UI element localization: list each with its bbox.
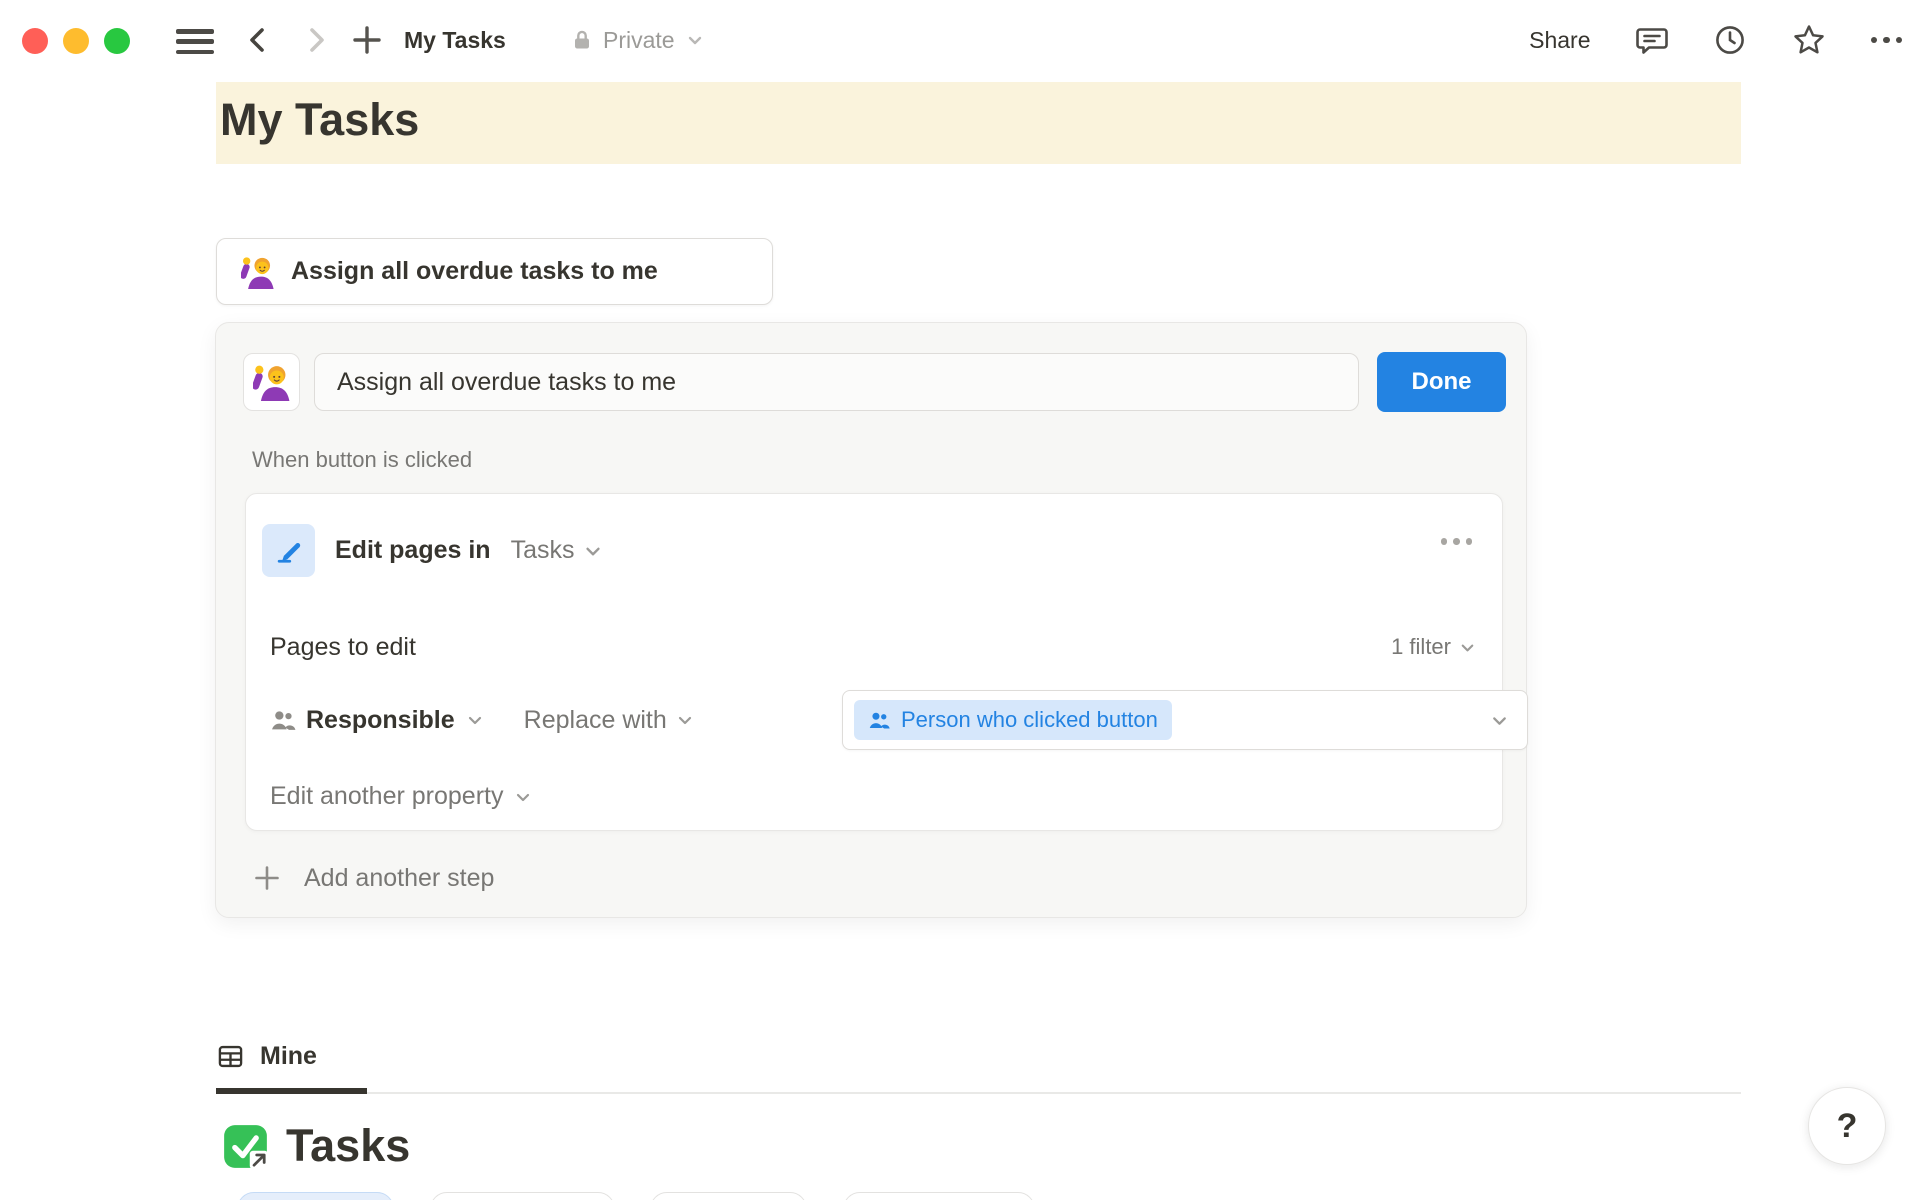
filter-dropdown[interactable]: 1 filter — [1391, 634, 1478, 660]
value-label: Person who clicked button — [901, 707, 1158, 733]
close-window-button[interactable] — [22, 28, 48, 54]
people-icon — [868, 709, 891, 732]
page-button-label: Assign all overdue tasks to me — [291, 257, 658, 286]
filter-pill[interactable] — [430, 1192, 615, 1200]
comment-icon[interactable] — [1635, 23, 1669, 57]
pages-to-edit-label: Pages to edit — [270, 633, 416, 662]
chevron-right-icon — [300, 24, 332, 56]
people-icon — [270, 707, 297, 734]
clock-icon[interactable] — [1713, 23, 1747, 57]
breadcrumb-page-title[interactable]: My Tasks — [404, 0, 506, 80]
filter-pill[interactable] — [843, 1192, 1035, 1200]
chevron-down-icon — [1488, 709, 1511, 732]
share-button[interactable]: Share — [1529, 27, 1590, 54]
filter-pill[interactable] — [237, 1192, 394, 1200]
plus-icon — [350, 23, 384, 57]
done-button[interactable]: Done — [1377, 352, 1506, 412]
help-button[interactable]: ? — [1808, 1087, 1886, 1165]
chevron-down-icon — [581, 539, 605, 563]
filter-pill[interactable] — [650, 1192, 807, 1200]
target-database-select[interactable]: Tasks — [511, 536, 605, 565]
back-button[interactable] — [242, 0, 274, 80]
tab-divider — [216, 1092, 1741, 1094]
plus-icon — [252, 863, 282, 893]
notion-window: My Tasks Private Share My Tasks Ass — [0, 0, 1920, 1200]
new-page-button[interactable] — [350, 0, 384, 80]
button-emoji-picker[interactable] — [243, 353, 300, 411]
sidebar-toggle-icon[interactable] — [176, 29, 214, 54]
more-icon[interactable] — [1871, 37, 1903, 44]
active-tab-underline — [216, 1088, 367, 1094]
target-database-label: Tasks — [511, 536, 575, 565]
button-name-input[interactable] — [314, 353, 1359, 411]
forward-button[interactable] — [300, 0, 332, 80]
operation-label: Replace with — [524, 706, 667, 735]
check-mark-linked-emoji — [222, 1123, 269, 1170]
database-title: Tasks — [286, 1120, 410, 1172]
chevron-down-icon — [684, 29, 706, 51]
add-another-step-label: Add another step — [304, 864, 494, 893]
minimize-window-button[interactable] — [63, 28, 89, 54]
property-select[interactable]: Responsible — [270, 706, 486, 735]
table-view-icon — [216, 1042, 245, 1071]
automation-step-card: Edit pages in Tasks Pages to edit 1 filt… — [245, 493, 1503, 831]
star-icon[interactable] — [1791, 22, 1827, 58]
chevron-down-icon — [1457, 637, 1478, 658]
button-editor-panel: Done When button is clicked Edit pages i… — [215, 322, 1527, 918]
operation-select[interactable]: Replace with — [524, 706, 696, 735]
topbar: My Tasks Private Share — [0, 0, 1920, 80]
database-heading: Tasks — [222, 1120, 410, 1172]
chevron-down-icon — [674, 709, 696, 731]
chevron-down-icon — [512, 786, 534, 808]
topbar-actions: Share — [1529, 0, 1902, 80]
filter-count-label: 1 filter — [1391, 634, 1451, 660]
step-card-header: Edit pages in Tasks — [262, 524, 605, 577]
privacy-label: Private — [603, 27, 675, 54]
lock-icon — [570, 28, 594, 52]
edit-pages-iconbox — [262, 524, 315, 577]
value-select[interactable]: Person who clicked button — [842, 690, 1528, 750]
add-another-step-button[interactable]: Add another step — [252, 863, 494, 893]
chevron-down-icon — [464, 709, 486, 731]
zoom-window-button[interactable] — [104, 28, 130, 54]
person-value-chip: Person who clicked button — [854, 700, 1172, 740]
property-label: Responsible — [306, 706, 455, 735]
page-banner — [216, 82, 1741, 164]
page-button-block[interactable]: Assign all overdue tasks to me — [216, 238, 773, 305]
tab-mine[interactable]: Mine — [216, 1026, 317, 1086]
edit-another-property-button[interactable]: Edit another property — [270, 782, 534, 811]
step-more-icon[interactable] — [1441, 538, 1473, 545]
woman-raising-hand-emoji — [253, 363, 291, 401]
woman-raising-hand-emoji — [241, 255, 275, 289]
edit-another-property-label: Edit another property — [270, 782, 503, 811]
privacy-menu[interactable]: Private — [570, 0, 706, 80]
property-edit-row: Responsible Replace with Person who clic… — [270, 690, 696, 750]
chevron-left-icon — [242, 24, 274, 56]
tab-mine-label: Mine — [260, 1042, 317, 1071]
pencil-edit-icon — [274, 536, 304, 566]
page-title: My Tasks — [220, 94, 419, 146]
trigger-label: When button is clicked — [252, 447, 472, 473]
pages-to-edit-row: Pages to edit 1 filter — [270, 628, 1478, 666]
step-action-label: Edit pages in — [335, 536, 491, 565]
